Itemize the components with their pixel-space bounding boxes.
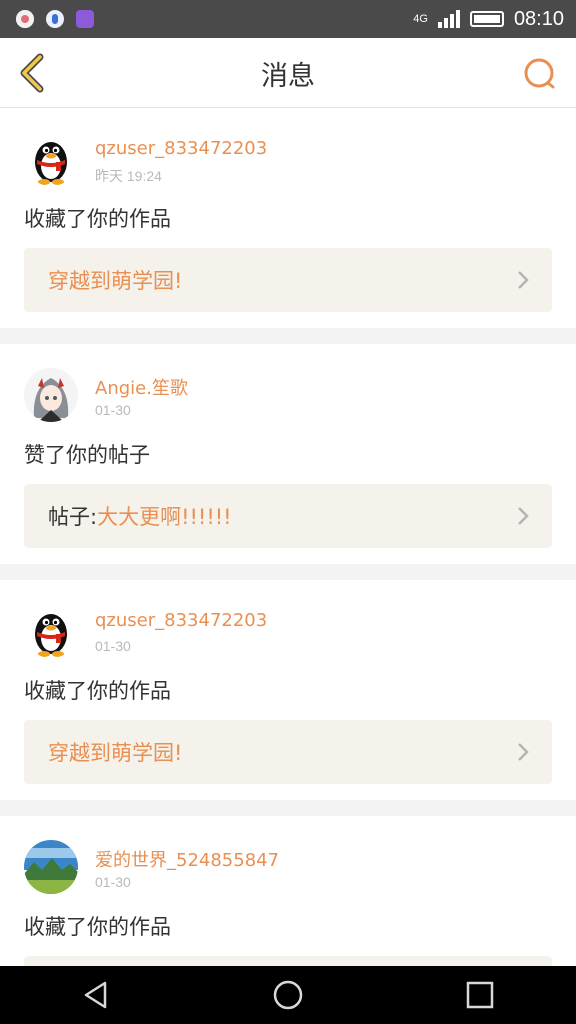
notification-card[interactable]: qzuser_833472203 01-30 收藏了你的作品 穿越到萌学园! xyxy=(0,580,576,800)
username-link[interactable]: qzuser_833472203 xyxy=(95,138,267,159)
username-link[interactable]: qzuser_833472203 xyxy=(95,610,267,631)
search-icon xyxy=(524,58,555,89)
app-notification-icon xyxy=(76,10,94,28)
nav-home-button[interactable] xyxy=(268,975,308,1015)
page-title: 消息 xyxy=(261,60,315,92)
landscape-avatar[interactable] xyxy=(24,840,78,894)
notification-time: 01-30 xyxy=(95,874,131,890)
notification-action: 赞了你的帖子 xyxy=(24,443,150,467)
work-link[interactable]: 穿越到萌学园! xyxy=(24,720,552,784)
username-link[interactable]: Angie.笙歌 xyxy=(95,374,188,400)
nav-recents-button[interactable] xyxy=(460,975,500,1015)
search-button[interactable] xyxy=(522,56,558,92)
status-bar: 4G 08:10 xyxy=(0,0,576,38)
post-prefix: 帖子: xyxy=(48,505,98,529)
work-link[interactable] xyxy=(24,956,552,966)
post-link[interactable]: 帖子: 大大更啊!!!!!! xyxy=(24,484,552,548)
work-title: 穿越到萌学园! xyxy=(48,269,183,293)
notification-action: 收藏了你的作品 xyxy=(24,207,171,231)
notification-time: 01-30 xyxy=(95,402,131,418)
post-title: 大大更啊!!!!!! xyxy=(97,505,232,529)
chevron-right-icon xyxy=(518,271,529,289)
nav-back-button[interactable] xyxy=(76,975,116,1015)
chevron-right-icon xyxy=(518,507,529,525)
username-link[interactable]: 爱的世界_524855847 xyxy=(95,846,279,872)
app-header: 消息 xyxy=(0,38,576,108)
notification-action: 收藏了你的作品 xyxy=(24,915,171,939)
work-link[interactable]: 穿越到萌学园! xyxy=(24,248,552,312)
notification-card[interactable]: qzuser_833472203 昨天 19:24 收藏了你的作品 穿越到萌学园… xyxy=(0,108,576,328)
qq-penguin-avatar[interactable] xyxy=(24,604,78,658)
square-recents-icon xyxy=(466,981,494,1009)
notification-time: 01-30 xyxy=(95,638,131,654)
chevron-right-icon xyxy=(518,743,529,761)
message-list[interactable]: qzuser_833472203 昨天 19:24 收藏了你的作品 穿越到萌学园… xyxy=(0,108,576,966)
app-notification-icon xyxy=(16,10,34,28)
work-title: 穿越到萌学园! xyxy=(48,741,183,765)
status-notification-icons xyxy=(16,10,94,28)
system-nav-bar xyxy=(0,966,576,1024)
app-notification-icon xyxy=(46,10,64,28)
notification-card[interactable]: 爱的世界_524855847 01-30 收藏了你的作品 xyxy=(0,816,576,966)
network-type: 4G xyxy=(413,12,428,25)
notification-action: 收藏了你的作品 xyxy=(24,679,171,703)
status-time: 08:10 xyxy=(513,7,564,30)
signal-icon xyxy=(437,10,460,28)
qq-penguin-avatar[interactable] xyxy=(24,132,78,186)
notification-card[interactable]: Angie.笙歌 01-30 赞了你的帖子 帖子: 大大更啊!!!!!! xyxy=(0,344,576,564)
circle-home-icon xyxy=(273,980,303,1010)
anime-girl-avatar[interactable] xyxy=(24,368,78,422)
notification-time: 昨天 19:24 xyxy=(95,168,162,184)
triangle-back-icon xyxy=(84,981,107,1009)
battery-icon xyxy=(469,11,504,27)
